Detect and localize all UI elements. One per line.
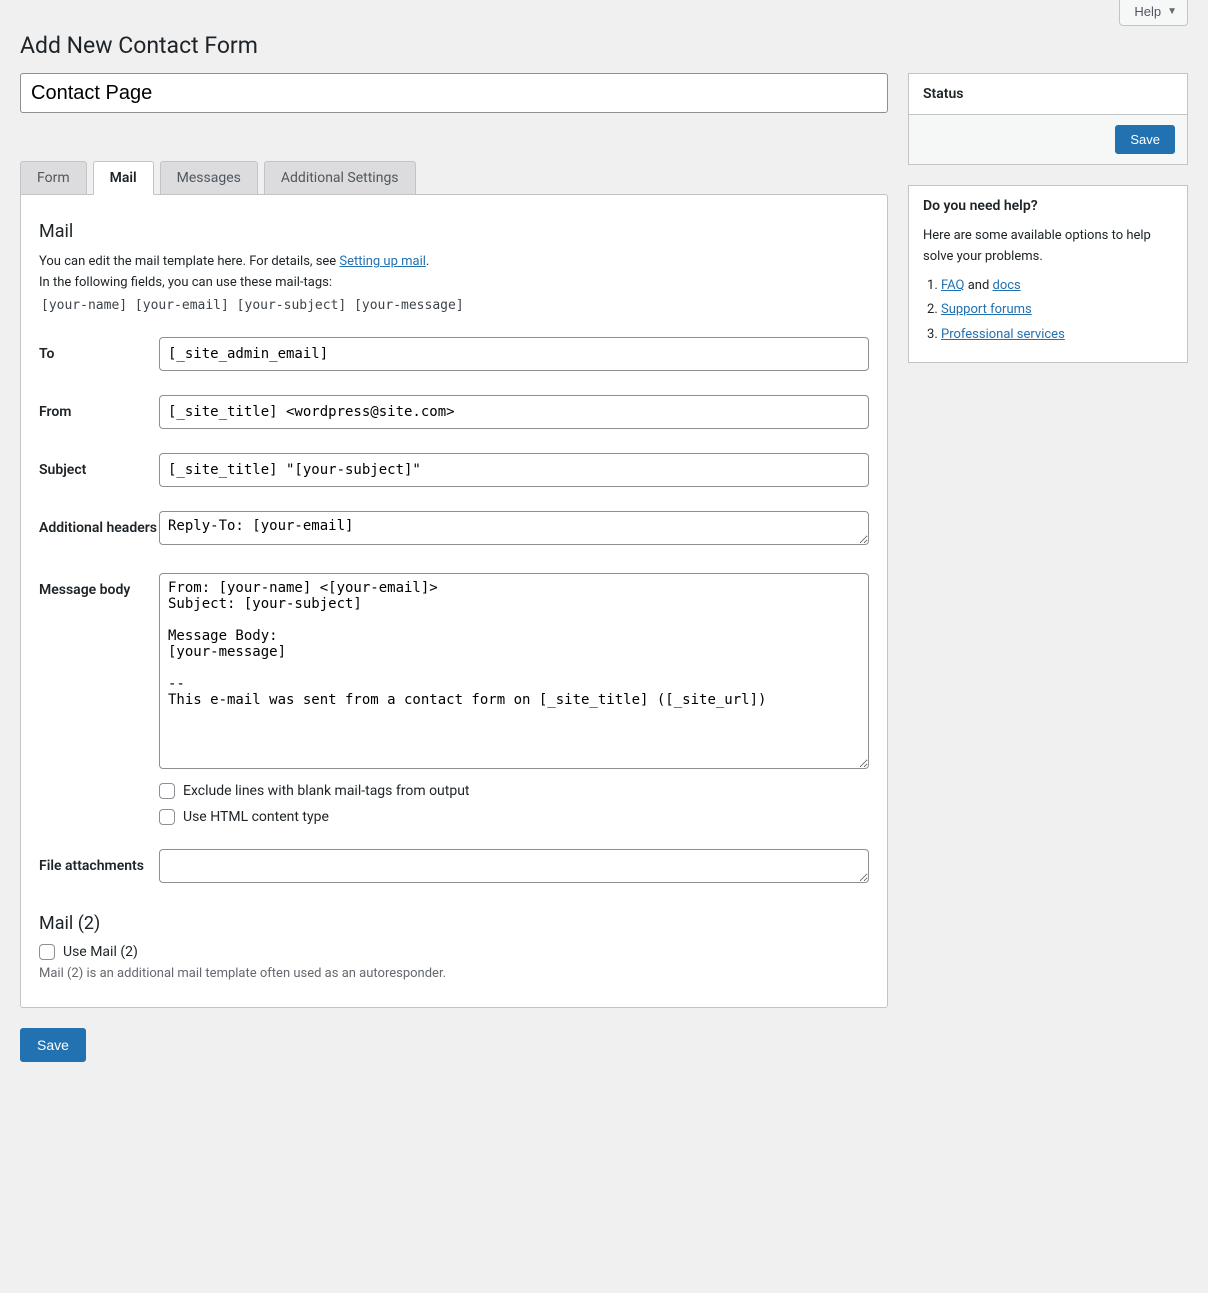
help-box-title: Do you need help?	[909, 186, 1187, 226]
tab-messages[interactable]: Messages	[160, 161, 258, 195]
page-title: Add New Contact Form	[20, 32, 1188, 59]
subject-input[interactable]	[159, 453, 869, 487]
setting-up-mail-link[interactable]: Setting up mail	[339, 254, 425, 269]
exclude-blank-label: Exclude lines with blank mail-tags from …	[183, 783, 470, 799]
help-item-2: Support forums	[941, 300, 1173, 321]
message-body-label: Message body	[39, 573, 159, 599]
mail-intro-suffix: .	[426, 254, 429, 269]
use-html-checkbox[interactable]	[159, 809, 175, 825]
to-input[interactable]	[159, 337, 869, 371]
help-item-3: Professional services	[941, 325, 1173, 346]
use-mail2-checkbox[interactable]	[39, 944, 55, 960]
help-item-1: FAQ and docs	[941, 276, 1173, 297]
docs-link[interactable]: docs	[993, 278, 1021, 293]
help-toggle-button[interactable]: Help ▼	[1119, 0, 1188, 26]
file-attachments-label: File attachments	[39, 849, 159, 875]
tab-mail[interactable]: Mail	[93, 161, 154, 195]
tab-additional-settings[interactable]: Additional Settings	[264, 161, 416, 195]
use-html-label: Use HTML content type	[183, 809, 329, 825]
mail2-desc: Mail (2) is an additional mail template …	[39, 966, 869, 981]
tab-row: Form Mail Messages Additional Settings	[20, 161, 888, 195]
help-toggle-label: Help	[1134, 4, 1161, 19]
help-box: Do you need help? Here are some availabl…	[908, 185, 1188, 363]
file-attachments-input[interactable]	[159, 849, 869, 883]
additional-headers-label: Additional headers	[39, 511, 159, 537]
mail-heading: Mail	[39, 221, 869, 242]
status-box: Status Save	[908, 73, 1188, 165]
save-button-bottom[interactable]: Save	[20, 1028, 86, 1062]
professional-services-link[interactable]: Professional services	[941, 327, 1065, 342]
from-input[interactable]	[159, 395, 869, 429]
subject-label: Subject	[39, 453, 159, 479]
additional-headers-input[interactable]	[159, 511, 869, 545]
save-button-side[interactable]: Save	[1115, 125, 1175, 154]
faq-link[interactable]: FAQ	[941, 278, 964, 293]
mail-panel: Mail You can edit the mail template here…	[20, 194, 888, 1008]
message-body-input[interactable]	[159, 573, 869, 769]
mail-intro-prefix: You can edit the mail template here. For…	[39, 254, 339, 269]
tab-form[interactable]: Form	[20, 161, 87, 195]
chevron-down-icon: ▼	[1167, 6, 1177, 17]
status-box-title: Status	[909, 74, 1187, 115]
mail-tags-list: [your-name] [your-email] [your-subject] …	[41, 298, 869, 313]
mail2-heading: Mail (2)	[39, 913, 869, 934]
support-forums-link[interactable]: Support forums	[941, 302, 1032, 317]
from-label: From	[39, 395, 159, 421]
use-mail2-label: Use Mail (2)	[63, 944, 138, 960]
to-label: To	[39, 337, 159, 363]
mail-tags-intro: In the following fields, you can use the…	[39, 273, 869, 294]
help-intro: Here are some available options to help …	[923, 226, 1173, 268]
exclude-blank-checkbox[interactable]	[159, 783, 175, 799]
form-title-input[interactable]	[20, 73, 888, 113]
mail-intro: You can edit the mail template here. For…	[39, 252, 869, 273]
